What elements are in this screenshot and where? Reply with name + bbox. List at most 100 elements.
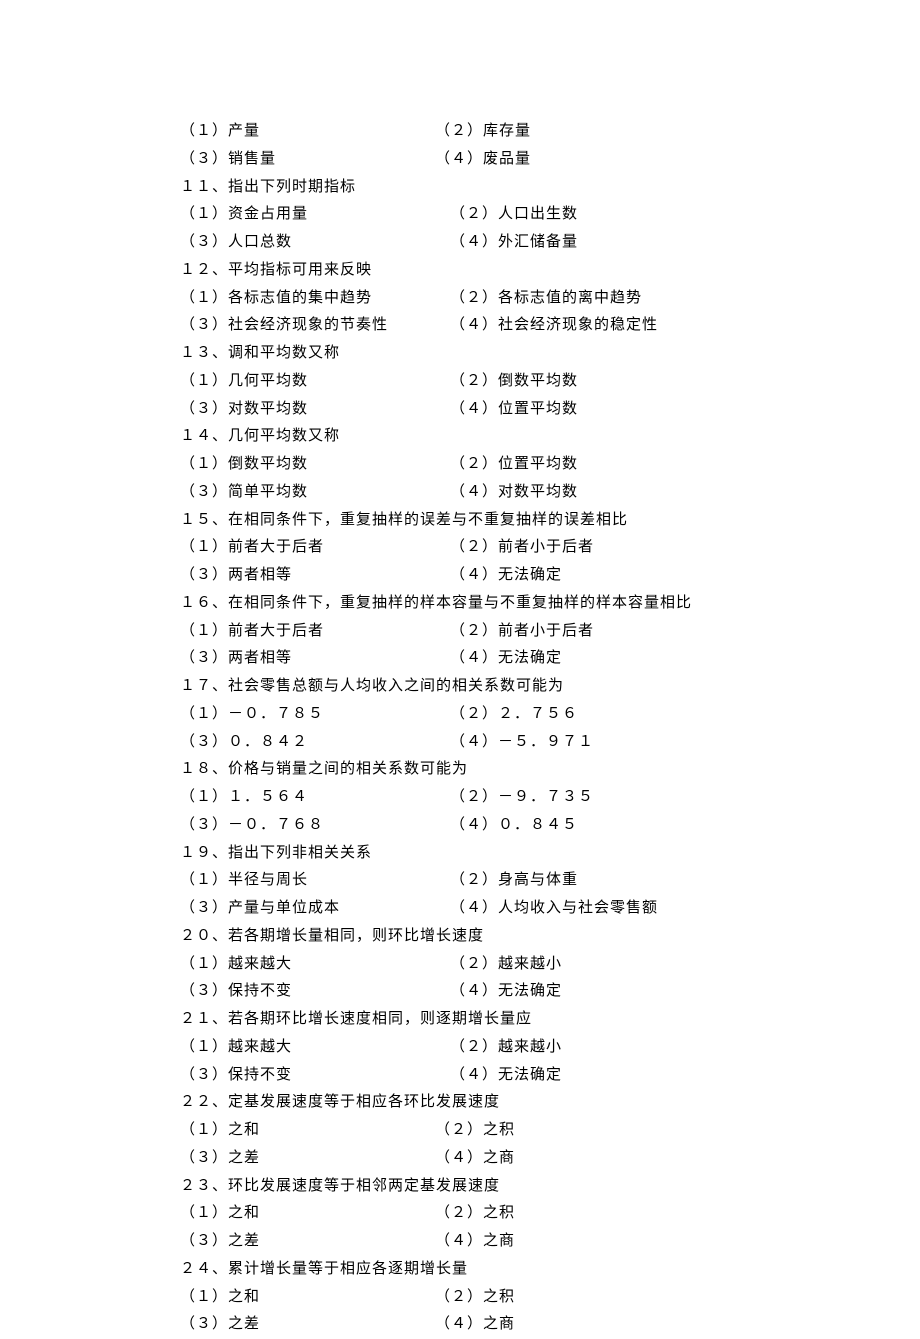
question-20-options-row-1: （１）越来越大 （２）越来越小 [180,951,740,979]
option-3: （３）之差 [180,1145,435,1173]
question-16-options-row-1: （１）前者大于后者 （２）前者小于后者 [180,618,740,646]
option-2: （２）－９．７３５ [450,784,740,812]
question-22-options-row-1: （１）之和 （２）之积 [180,1117,740,1145]
option-3: （３）两者相等 [180,562,450,590]
option-1: （１）越来越大 [180,951,450,979]
question-11-title: １１、指出下列时期指标 [180,174,740,202]
question-23-options-row-1: （１）之和 （２）之积 [180,1200,740,1228]
question-13-options-row-1: （１）几何平均数 （２）倒数平均数 [180,368,740,396]
option-4: （４）外汇储备量 [450,229,740,257]
option-1: （１）之和 [180,1117,435,1145]
option-1: （１）各标志值的集中趋势 [180,285,450,313]
question-12-title: １２、平均指标可用来反映 [180,257,740,285]
option-4: （４）无法确定 [450,562,740,590]
question-21-options-row-2: （３）保持不变 （４）无法确定 [180,1062,740,1090]
question-23-title: ２３、环比发展速度等于相邻两定基发展速度 [180,1173,740,1201]
option-1: （１）１．５６４ [180,784,450,812]
option-1: （１）几何平均数 [180,368,450,396]
question-16-title: １６、在相同条件下，重复抽样的样本容量与不重复抽样的样本容量相比 [180,590,740,618]
option-3: （３）之差 [180,1228,435,1256]
question-12-options-row-2: （３）社会经济现象的节奏性 （４）社会经济现象的稳定性 [180,312,740,340]
option-4: （４）之商 [435,1145,740,1173]
option-2: （２）２．７５６ [450,701,740,729]
question-19-options-row-2: （３）产量与单位成本 （４）人均收入与社会零售额 [180,895,740,923]
orphan-options-row-1: （１）产量 （２）库存量 [180,118,740,146]
option-2: （２）之积 [435,1117,740,1145]
option-1: （１）前者大于后者 [180,534,450,562]
question-24-options-row-2: （３）之差 （４）之商 [180,1311,740,1339]
option-3: （３）销售量 [180,146,435,174]
question-19-title: １９、指出下列非相关关系 [180,840,740,868]
option-4: （４）社会经济现象的稳定性 [450,312,740,340]
option-4: （４）之商 [435,1228,740,1256]
option-4: （４）无法确定 [450,1062,740,1090]
question-22-options-row-2: （３）之差 （４）之商 [180,1145,740,1173]
option-3: （３）人口总数 [180,229,450,257]
option-1: （１）之和 [180,1200,435,1228]
option-1: （１）前者大于后者 [180,618,450,646]
option-4: （４）无法确定 [450,978,740,1006]
option-2: （２）之积 [435,1200,740,1228]
option-3: （３）简单平均数 [180,479,450,507]
option-3: （３）两者相等 [180,645,450,673]
question-13-options-row-2: （３）对数平均数 （４）位置平均数 [180,396,740,424]
option-2: （２）身高与体重 [450,867,740,895]
question-18-title: １８、价格与销量之间的相关系数可能为 [180,756,740,784]
option-2: （２）之积 [435,1284,740,1312]
option-4: （４）人均收入与社会零售额 [450,895,740,923]
question-15-options-row-1: （１）前者大于后者 （２）前者小于后者 [180,534,740,562]
question-14-options-row-2: （３）简单平均数 （４）对数平均数 [180,479,740,507]
question-14-options-row-1: （１）倒数平均数 （２）位置平均数 [180,451,740,479]
option-3: （３）－０．７６８ [180,812,450,840]
orphan-options-row-2: （３）销售量 （４）废品量 [180,146,740,174]
option-2: （２）越来越小 [450,951,740,979]
question-18-options-row-1: （１）１．５６４ （２）－９．７３５ [180,784,740,812]
option-2: （２）库存量 [435,118,740,146]
option-2: （２）前者小于后者 [450,618,740,646]
option-1: （１）资金占用量 [180,201,450,229]
option-3: （３）产量与单位成本 [180,895,450,923]
option-3: （３）保持不变 [180,978,450,1006]
option-3: （３）社会经济现象的节奏性 [180,312,450,340]
question-20-options-row-2: （３）保持不变 （４）无法确定 [180,978,740,1006]
option-3: （３）０．８４２ [180,729,450,757]
question-15-options-row-2: （３）两者相等 （４）无法确定 [180,562,740,590]
question-12-options-row-1: （１）各标志值的集中趋势 （２）各标志值的离中趋势 [180,285,740,313]
question-21-options-row-1: （１）越来越大 （２）越来越小 [180,1034,740,1062]
question-24-options-row-1: （１）之和 （２）之积 [180,1284,740,1312]
question-18-options-row-2: （３）－０．７６８ （４）０．８４５ [180,812,740,840]
option-2: （２）人口出生数 [450,201,740,229]
option-1: （１）产量 [180,118,435,146]
question-24-title: ２４、累计增长量等于相应各逐期增长量 [180,1256,740,1284]
option-2: （２）各标志值的离中趋势 [450,285,740,313]
option-4: （４）对数平均数 [450,479,740,507]
option-1: （１）之和 [180,1284,435,1312]
option-3: （３）之差 [180,1311,435,1339]
option-1: （１）倒数平均数 [180,451,450,479]
question-16-options-row-2: （３）两者相等 （４）无法确定 [180,645,740,673]
option-4: （４）－５．９７１ [450,729,740,757]
question-11-options-row-2: （３）人口总数 （４）外汇储备量 [180,229,740,257]
question-17-options-row-2: （３）０．８４２ （４）－５．９７１ [180,729,740,757]
option-1: （１）半径与周长 [180,867,450,895]
question-20-title: ２０、若各期增长量相同，则环比增长速度 [180,923,740,951]
option-3: （３）对数平均数 [180,396,450,424]
question-11-options-row-1: （１）资金占用量 （２）人口出生数 [180,201,740,229]
option-4: （４）位置平均数 [450,396,740,424]
option-2: （２）越来越小 [450,1034,740,1062]
option-4: （４）０．８４５ [450,812,740,840]
option-3: （３）保持不变 [180,1062,450,1090]
question-19-options-row-1: （１）半径与周长 （２）身高与体重 [180,867,740,895]
question-14-title: １４、几何平均数又称 [180,423,740,451]
option-2: （２）位置平均数 [450,451,740,479]
question-13-title: １３、调和平均数又称 [180,340,740,368]
option-1: （１）越来越大 [180,1034,450,1062]
question-17-title: １７、社会零售总额与人均收入之间的相关系数可能为 [180,673,740,701]
option-4: （４）之商 [435,1311,740,1339]
question-17-options-row-1: （１）－０．７８５ （２）２．７５６ [180,701,740,729]
question-23-options-row-2: （３）之差 （４）之商 [180,1228,740,1256]
option-2: （２）前者小于后者 [450,534,740,562]
option-2: （２）倒数平均数 [450,368,740,396]
question-22-title: ２２、定基发展速度等于相应各环比发展速度 [180,1089,740,1117]
option-4: （４）废品量 [435,146,740,174]
